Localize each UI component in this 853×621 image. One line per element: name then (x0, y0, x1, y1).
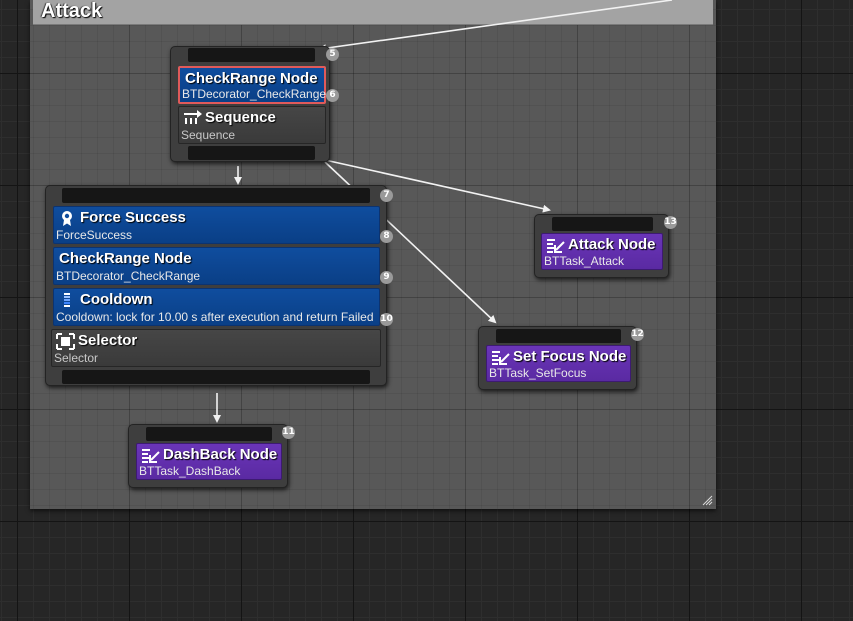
force-success-icon (62, 211, 72, 226)
composite-title: Sequence (205, 109, 276, 126)
sequence-node[interactable]: CheckRange Node BTDecorator_CheckRange S… (170, 46, 330, 162)
decorator-subtitle: Cooldown: lock for 10.00 s after executi… (56, 310, 374, 324)
decorator-subtitle: ForceSuccess (56, 228, 133, 242)
decorator-subtitle: BTDecorator_CheckRange (182, 87, 327, 101)
attack-node[interactable]: Attack Node BTTask_Attack (534, 214, 669, 278)
decorator-checkrange[interactable]: CheckRange Node BTDecorator_CheckRange (178, 66, 326, 104)
output-pin[interactable] (62, 370, 370, 384)
decorator-cooldown[interactable]: Cooldown Cooldown: lock for 10.00 s afte… (53, 288, 380, 326)
task-subtitle: BTTask_Attack (544, 254, 625, 268)
index-badge: 7 (380, 189, 393, 202)
index-badge: 6 (326, 89, 339, 102)
index-badge: 9 (380, 271, 393, 284)
task-icon (547, 239, 565, 253)
index-badge: 5 (326, 48, 339, 61)
sequence-icon (184, 110, 202, 124)
index-badge: 10 (380, 313, 393, 326)
comment-header[interactable]: Attack (33, 0, 713, 25)
index-badge: 8 (380, 230, 393, 243)
decorator-title: CheckRange Node (59, 250, 192, 267)
task-setfocus[interactable]: Set Focus Node BTTask_SetFocus (486, 345, 631, 382)
decorator-subtitle: BTDecorator_CheckRange (56, 269, 201, 283)
task-title: DashBack Node (163, 446, 278, 463)
composite-subtitle: Selector (54, 351, 99, 365)
index-badge: 13 (664, 216, 677, 229)
input-pin[interactable] (552, 217, 653, 231)
comment-title: Attack (41, 0, 103, 22)
selector-icon (56, 333, 75, 350)
task-subtitle: BTTask_SetFocus (489, 366, 587, 380)
task-dashback[interactable]: DashBack Node BTTask_DashBack (136, 443, 282, 480)
decorator-force-success[interactable]: Force Success ForceSuccess (53, 206, 380, 244)
task-attack[interactable]: Attack Node BTTask_Attack (541, 233, 663, 270)
task-subtitle: BTTask_DashBack (139, 464, 241, 478)
input-pin[interactable] (496, 329, 621, 343)
setfocus-node[interactable]: Set Focus Node BTTask_SetFocus (478, 326, 637, 390)
input-pin[interactable] (146, 427, 272, 441)
index-badge: 11 (282, 426, 295, 439)
composite-sequence[interactable]: Sequence Sequence (178, 106, 326, 144)
input-pin[interactable] (188, 48, 315, 62)
index-badge: 12 (631, 328, 644, 341)
task-icon (492, 351, 510, 365)
composite-subtitle: Sequence (181, 128, 236, 142)
composite-selector[interactable]: Selector Selector (51, 329, 381, 367)
decorator-title: Force Success (80, 209, 186, 226)
cooldown-icon (64, 293, 70, 307)
resize-grip-icon[interactable] (702, 495, 713, 506)
input-pin[interactable] (62, 188, 370, 203)
composite-title: Selector (78, 332, 138, 349)
decorator-checkrange[interactable]: CheckRange Node BTDecorator_CheckRange (53, 247, 380, 285)
dashback-node[interactable]: DashBack Node BTTask_DashBack (128, 424, 288, 488)
task-icon (142, 449, 160, 463)
decorator-title: Cooldown (80, 291, 153, 308)
task-title: Set Focus Node (513, 348, 627, 365)
output-pin[interactable] (188, 146, 315, 160)
task-title: Attack Node (568, 236, 656, 253)
decorator-title: CheckRange Node (185, 70, 318, 87)
selector-node[interactable]: Force Success ForceSuccess CheckRange No… (45, 185, 387, 386)
